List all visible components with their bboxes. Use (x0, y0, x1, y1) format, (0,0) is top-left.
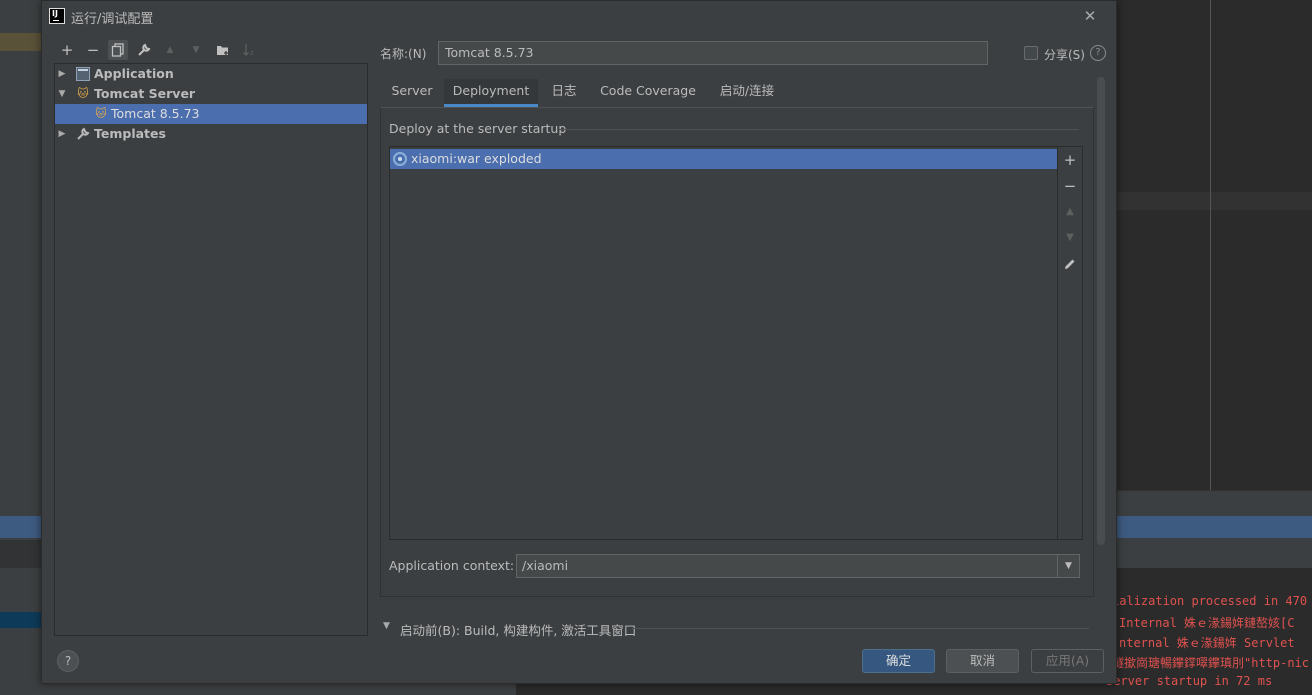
sort-button[interactable]: z (239, 40, 259, 60)
tab-startup-connection[interactable]: 启动/连接 (706, 79, 788, 107)
dialog-titlebar: IJ 运行/调试配置 ✕ (42, 1, 1116, 32)
application-context-combo[interactable]: /xiaomi ▼ (516, 554, 1080, 578)
wrench-icon (138, 43, 151, 56)
artifact-icon (393, 152, 407, 166)
tree-item-tomcat-8-5-73[interactable]: 🐱 Tomcat 8.5.73 (55, 104, 367, 124)
tree-item-tomcat-server[interactable]: ▼ 🐱 Tomcat Server (55, 84, 367, 104)
tomcat-icon: 🐱 (77, 87, 89, 100)
svg-text:z: z (250, 49, 254, 57)
tab-logs[interactable]: 日志 (538, 79, 590, 107)
scrollbar[interactable] (1097, 77, 1105, 545)
sort-icon: z (243, 44, 254, 57)
apply-button[interactable]: 应用(A) (1031, 649, 1104, 673)
list-item[interactable]: xiaomi:war exploded (390, 149, 1057, 169)
tab-deployment[interactable]: Deployment (444, 79, 538, 107)
share-label[interactable]: 分享(S) (1044, 46, 1085, 63)
ide-run-tabs (1117, 538, 1312, 568)
console-line: server startup in 72 ms (1106, 674, 1273, 688)
dropdown-arrow-icon[interactable]: ▼ (1057, 555, 1079, 577)
ide-current-line (1117, 192, 1312, 210)
tree-item-label: Tomcat Server (94, 86, 196, 101)
edit-templates-button[interactable] (134, 40, 154, 60)
expand-arrow-icon[interactable]: ▶ (57, 64, 67, 84)
ide-selected-strip (0, 612, 42, 628)
console-line: 鐩撳崗瑭暢鑻鐣噿鑻瑱刖"http-nic (1112, 656, 1310, 670)
tab-code-coverage[interactable]: Code Coverage (590, 79, 706, 107)
tree-item-label: Application (94, 66, 174, 81)
config-tree: ▶ Application ▼ 🐱 Tomcat Server 🐱 Tomcat… (54, 63, 368, 636)
close-button[interactable]: ✕ (1080, 6, 1100, 26)
ide-right-margin (1210, 0, 1211, 490)
deploy-list: xiaomi:war exploded (389, 146, 1058, 540)
move-up-button[interactable]: ▲ (160, 40, 180, 60)
ide-highlight (0, 33, 42, 51)
run-debug-config-dialog: IJ 运行/调试配置 ✕ + − ▲ ▼ z ▶ Application ▼ 🐱… (41, 0, 1117, 684)
intellij-icon: IJ (49, 8, 65, 24)
section-title: Deploy at the server startup (389, 121, 567, 136)
ide-status-bar (1117, 490, 1312, 516)
wrench-icon (76, 127, 90, 141)
share-help-icon[interactable]: ? (1090, 45, 1106, 61)
application-context-value: /xiaomi (522, 558, 569, 573)
ide-editor (1117, 0, 1312, 490)
folder-icon (217, 46, 228, 55)
move-down-button[interactable]: ▼ (186, 40, 206, 60)
new-folder-button[interactable] (213, 40, 233, 60)
copy-config-button[interactable] (108, 40, 128, 60)
move-up-button[interactable]: ▲ (1060, 202, 1080, 222)
dialog-title: 运行/调试配置 (71, 12, 154, 27)
console-line: ialization processed in 470 (1112, 594, 1308, 608)
tab-server[interactable]: Server (380, 79, 444, 107)
before-launch-divider (632, 628, 1089, 629)
name-input[interactable]: Tomcat 8.5.73 (438, 41, 988, 65)
share-checkbox[interactable] (1024, 46, 1038, 60)
expand-arrow-icon[interactable]: ▶ (57, 124, 67, 144)
ide-toolbar-strip (0, 516, 42, 538)
application-context-label: Application context: (389, 558, 515, 573)
deploy-list-toolbar: + − ▲ ▼ (1058, 146, 1083, 540)
move-down-button[interactable]: ▼ (1060, 228, 1080, 248)
list-item-label: xiaomi:war exploded (411, 151, 542, 166)
copy-icon (111, 43, 124, 57)
tomcat-icon: 🐱 (95, 107, 107, 120)
add-artifact-button[interactable]: + (1060, 150, 1080, 170)
tree-item-application[interactable]: ▶ Application (55, 64, 367, 84)
console-line: nternal 姝ｅ湪鍚姩 Servlet (1119, 636, 1295, 650)
ide-run-toolbar (1117, 516, 1312, 538)
ide-bottom-bar (42, 684, 516, 695)
remove-artifact-button[interactable]: − (1060, 176, 1080, 196)
cancel-button[interactable]: 取消 (946, 649, 1019, 673)
tree-item-label: Templates (94, 126, 166, 141)
section-divider (559, 129, 1079, 130)
edit-artifact-button[interactable] (1060, 254, 1080, 274)
collapse-arrow-icon[interactable]: ▼ (383, 621, 393, 631)
remove-config-button[interactable]: − (83, 40, 103, 60)
help-button[interactable]: ? (57, 650, 79, 672)
console-line: Internal 姝ｅ湪鍚姩鏈嶅姟[C (1119, 616, 1295, 630)
ide-left-panel (0, 0, 42, 695)
application-icon (76, 67, 90, 81)
tree-item-label: Tomcat 8.5.73 (111, 106, 200, 121)
ok-button[interactable]: 确定 (862, 649, 935, 673)
name-label: 名称:(N) (380, 47, 427, 61)
pencil-icon (1065, 259, 1075, 269)
tree-item-templates[interactable]: ▶ Templates (55, 124, 367, 144)
add-config-button[interactable]: + (57, 40, 77, 60)
collapse-arrow-icon[interactable]: ▼ (57, 84, 67, 104)
ide-separator (0, 540, 42, 568)
before-launch-label[interactable]: 启动前(B): Build, 构建构件, 激活工具窗口 (400, 620, 636, 639)
